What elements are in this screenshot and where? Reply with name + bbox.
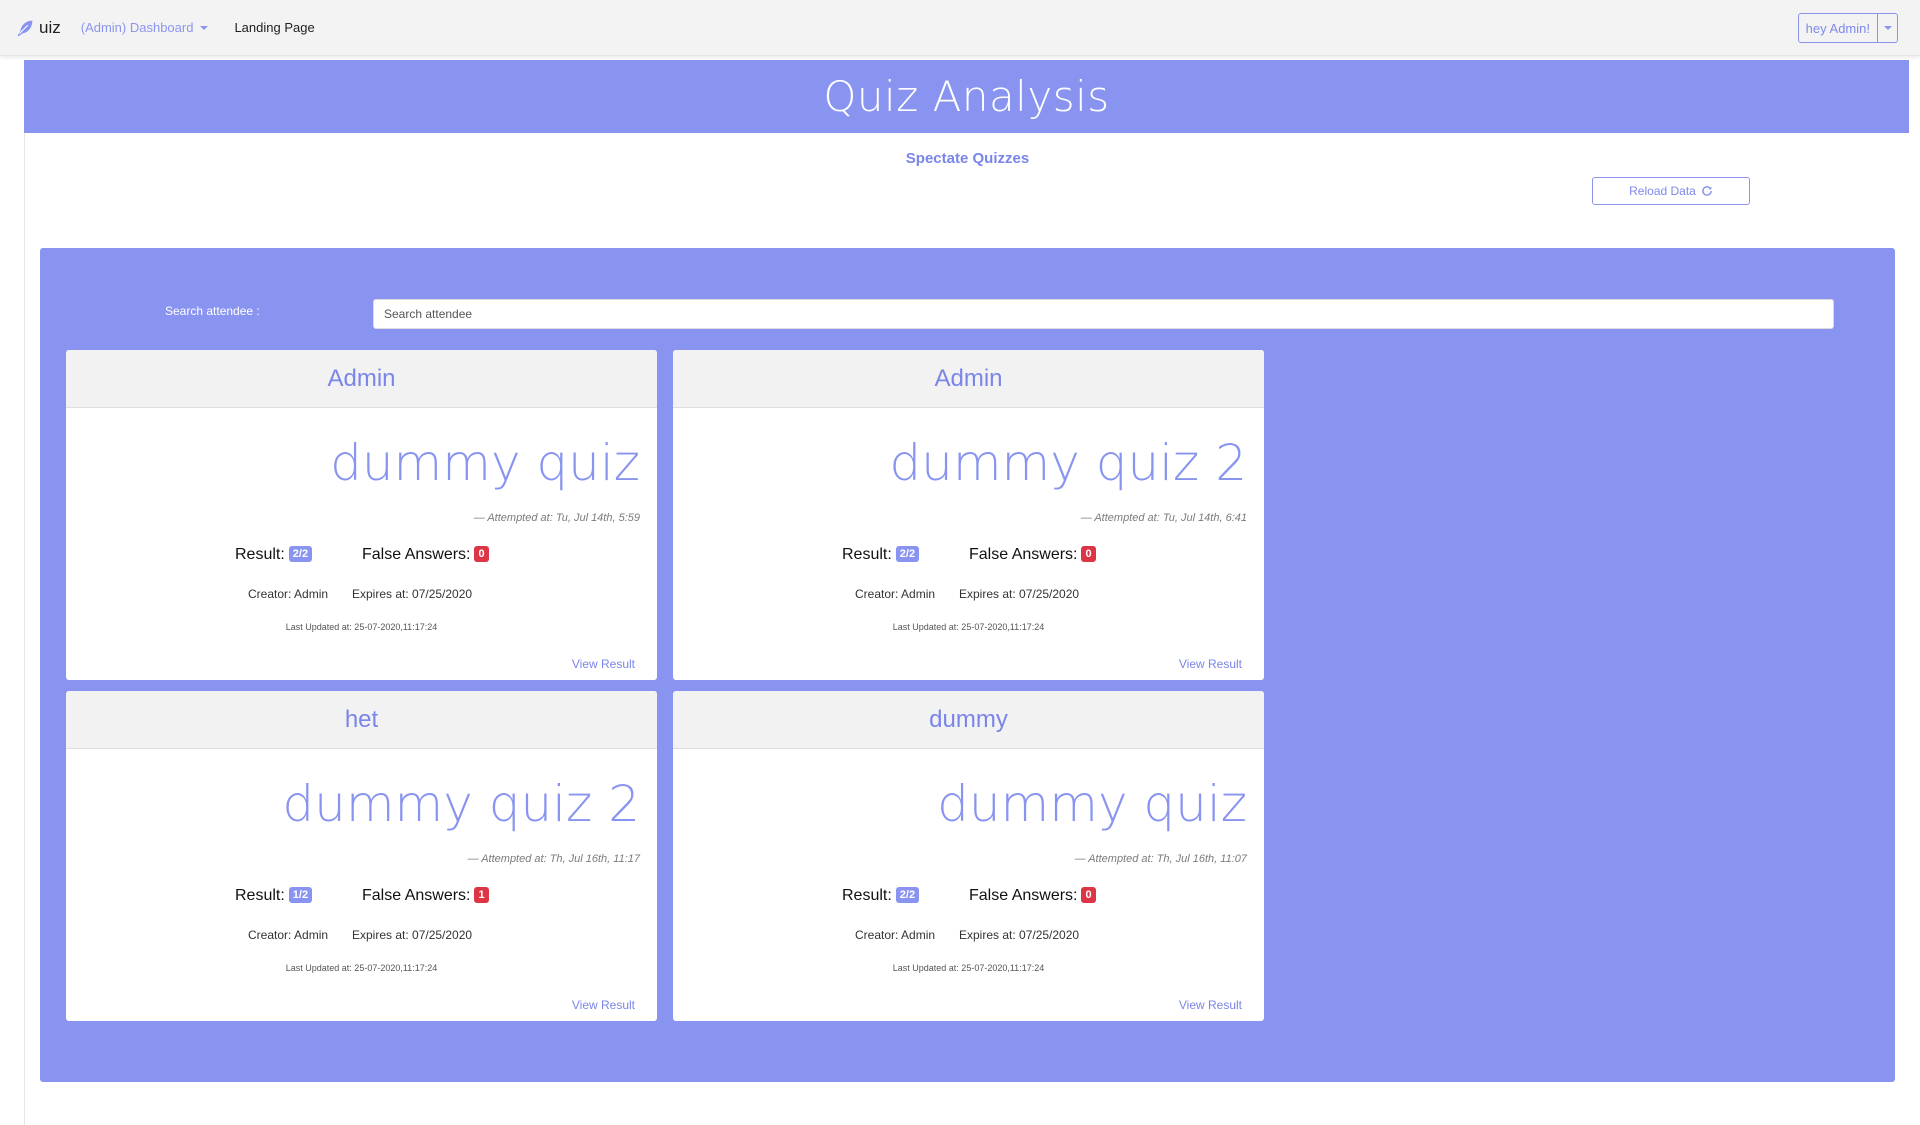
false-answers-field: False Answers: 1 xyxy=(362,887,489,905)
last-updated: Last Updated at: 25-07-2020,11:17:24 xyxy=(892,963,1045,973)
creator: Creator: Admin xyxy=(855,928,936,942)
page-title: Quiz Analysis xyxy=(823,72,1110,121)
result-row: Result: 1/2 False Answers: 1 xyxy=(66,887,657,911)
result-field: Result: 2/2 xyxy=(842,887,920,905)
card-header: dummy xyxy=(673,691,1264,749)
attempted-at: — Attempted at: Th, Jul 16th, 11:17 xyxy=(467,853,640,865)
result-field: Result: 2/2 xyxy=(842,546,920,564)
view-result-link[interactable]: View Result xyxy=(572,657,635,671)
result-field: Result: 2/2 xyxy=(235,546,313,564)
result-label: Result: xyxy=(842,546,892,563)
false-answers-badge: 0 xyxy=(474,546,489,562)
attendee-name: Admin xyxy=(934,364,1003,392)
false-answers-field: False Answers: 0 xyxy=(969,546,1096,564)
attempt-card: dummy dummy quiz — Attempted at: Th, Jul… xyxy=(673,691,1264,1021)
last-updated: Last Updated at: 25-07-2020,11:17:24 xyxy=(285,963,438,973)
nav-landing-page[interactable]: Landing Page xyxy=(234,20,314,35)
result-row: Result: 2/2 False Answers: 0 xyxy=(66,546,657,570)
expires-at: Expires at: 07/25/2020 xyxy=(352,587,473,601)
result-badge: 2/2 xyxy=(895,546,920,562)
card-header: Admin xyxy=(66,350,657,408)
attendee-name: dummy xyxy=(929,705,1008,733)
result-label: Result: xyxy=(235,887,285,904)
false-answers-label: False Answers: xyxy=(362,546,471,563)
creator: Creator: Admin xyxy=(248,928,329,942)
card-header: het xyxy=(66,691,657,749)
result-badge: 2/2 xyxy=(288,546,313,562)
attempt-card: Admin dummy quiz — Attempted at: Tu, Jul… xyxy=(66,350,657,680)
user-menu: hey Admin! xyxy=(1797,13,1898,43)
creator: Creator: Admin xyxy=(248,587,329,601)
result-label: Result: xyxy=(842,887,892,904)
feather-icon xyxy=(17,20,33,36)
card-header: Admin xyxy=(673,350,1264,408)
reload-label: Reload Data xyxy=(1629,184,1696,198)
nav-dashboard-label: (Admin) Dashboard xyxy=(80,20,194,35)
view-result-link[interactable]: View Result xyxy=(1179,998,1242,1012)
attempted-at: — Attempted at: Th, Jul 16th, 11:07 xyxy=(1074,853,1247,865)
result-field: Result: 1/2 xyxy=(235,887,313,905)
expires-at: Expires at: 07/25/2020 xyxy=(959,587,1080,601)
brand-name: uiz xyxy=(39,17,61,37)
spectate-quizzes-link[interactable]: Spectate Quizzes xyxy=(0,150,1920,167)
false-answers-field: False Answers: 0 xyxy=(362,546,489,564)
chevron-down-icon xyxy=(1883,26,1892,30)
result-row: Result: 2/2 False Answers: 0 xyxy=(673,546,1264,570)
nav-dashboard-dropdown[interactable]: (Admin) Dashboard xyxy=(81,20,209,35)
quiz-title: dummy quiz xyxy=(330,434,640,492)
attempt-card: Admin dummy quiz 2 — Attempted at: Tu, J… xyxy=(673,350,1264,680)
attempted-at: — Attempted at: Tu, Jul 14th, 5:59 xyxy=(473,512,640,524)
user-button[interactable]: hey Admin! xyxy=(1797,13,1878,43)
expires-at: Expires at: 07/25/2020 xyxy=(959,928,1080,942)
attendee-name: het xyxy=(344,705,379,733)
last-updated: Last Updated at: 25-07-2020,11:17:24 xyxy=(892,622,1045,632)
result-label: Result: xyxy=(235,546,285,563)
view-result-link[interactable]: View Result xyxy=(1179,657,1242,671)
false-answers-badge: 1 xyxy=(474,887,489,903)
result-row: Result: 2/2 False Answers: 0 xyxy=(673,887,1264,911)
quiz-title: dummy quiz 2 xyxy=(889,434,1247,492)
false-answers-label: False Answers: xyxy=(969,546,1078,563)
false-answers-badge: 0 xyxy=(1081,887,1096,903)
false-answers-label: False Answers: xyxy=(362,887,471,904)
creator: Creator: Admin xyxy=(855,587,936,601)
attendee-name: Admin xyxy=(327,364,396,392)
refresh-icon xyxy=(1702,186,1712,196)
search-input[interactable] xyxy=(373,299,1834,329)
quiz-title: dummy quiz 2 xyxy=(282,775,640,833)
search-label: Search attendee : xyxy=(165,304,260,318)
false-answers-badge: 0 xyxy=(1081,546,1096,562)
top-navbar: uiz (Admin) Dashboard Landing Page hey A… xyxy=(0,0,1920,56)
view-result-link[interactable]: View Result xyxy=(572,998,635,1012)
result-badge: 2/2 xyxy=(895,887,920,903)
attempt-card: het dummy quiz 2 — Attempted at: Th, Jul… xyxy=(66,691,657,1021)
last-updated: Last Updated at: 25-07-2020,11:17:24 xyxy=(285,622,438,632)
brand[interactable]: uiz xyxy=(14,17,61,39)
chevron-down-icon xyxy=(200,25,209,30)
quiz-title: dummy quiz xyxy=(937,775,1247,833)
result-badge: 1/2 xyxy=(288,887,313,903)
false-answers-label: False Answers: xyxy=(969,887,1078,904)
false-answers-field: False Answers: 0 xyxy=(969,887,1096,905)
page-banner: Quiz Analysis xyxy=(24,60,1909,133)
user-dropdown-toggle[interactable] xyxy=(1878,13,1898,43)
expires-at: Expires at: 07/25/2020 xyxy=(352,928,473,942)
attempted-at: — Attempted at: Tu, Jul 14th, 6:41 xyxy=(1080,512,1247,524)
reload-data-button[interactable]: Reload Data xyxy=(1592,177,1750,205)
